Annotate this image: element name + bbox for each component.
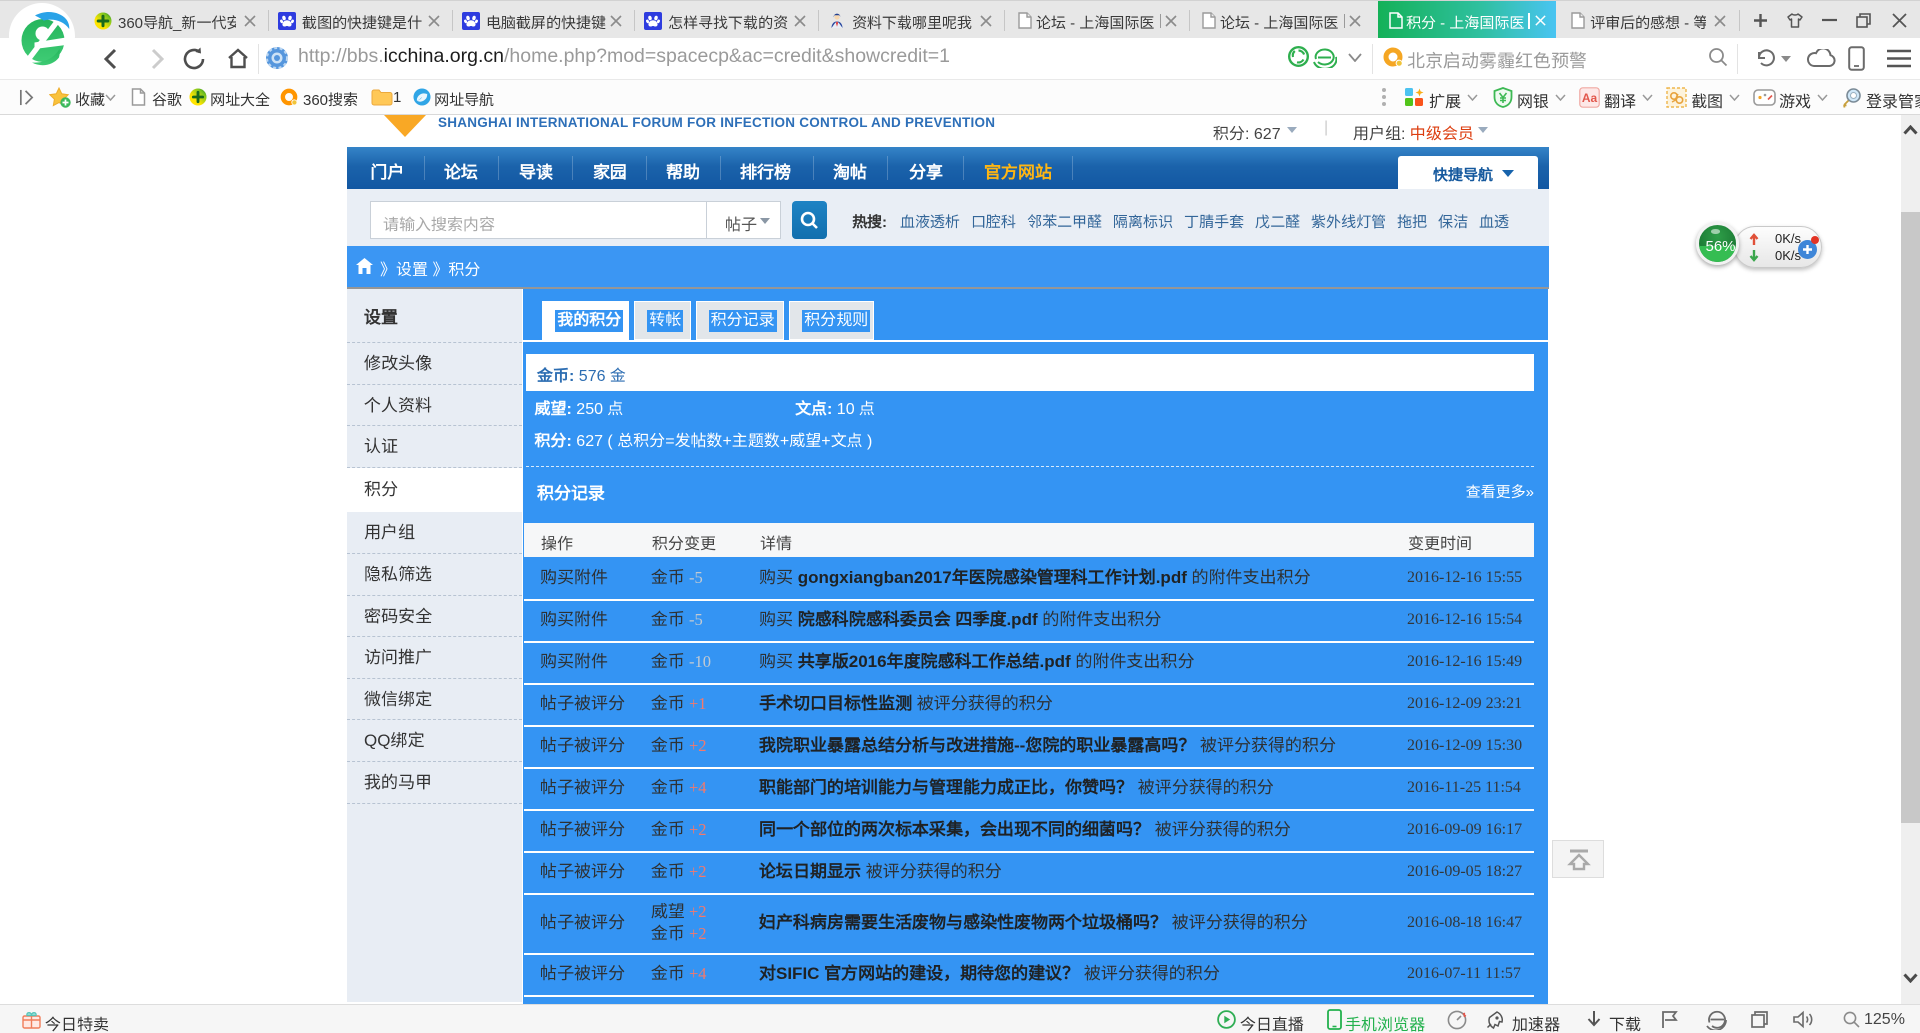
svg-text:Aa: Aa bbox=[1582, 91, 1598, 105]
